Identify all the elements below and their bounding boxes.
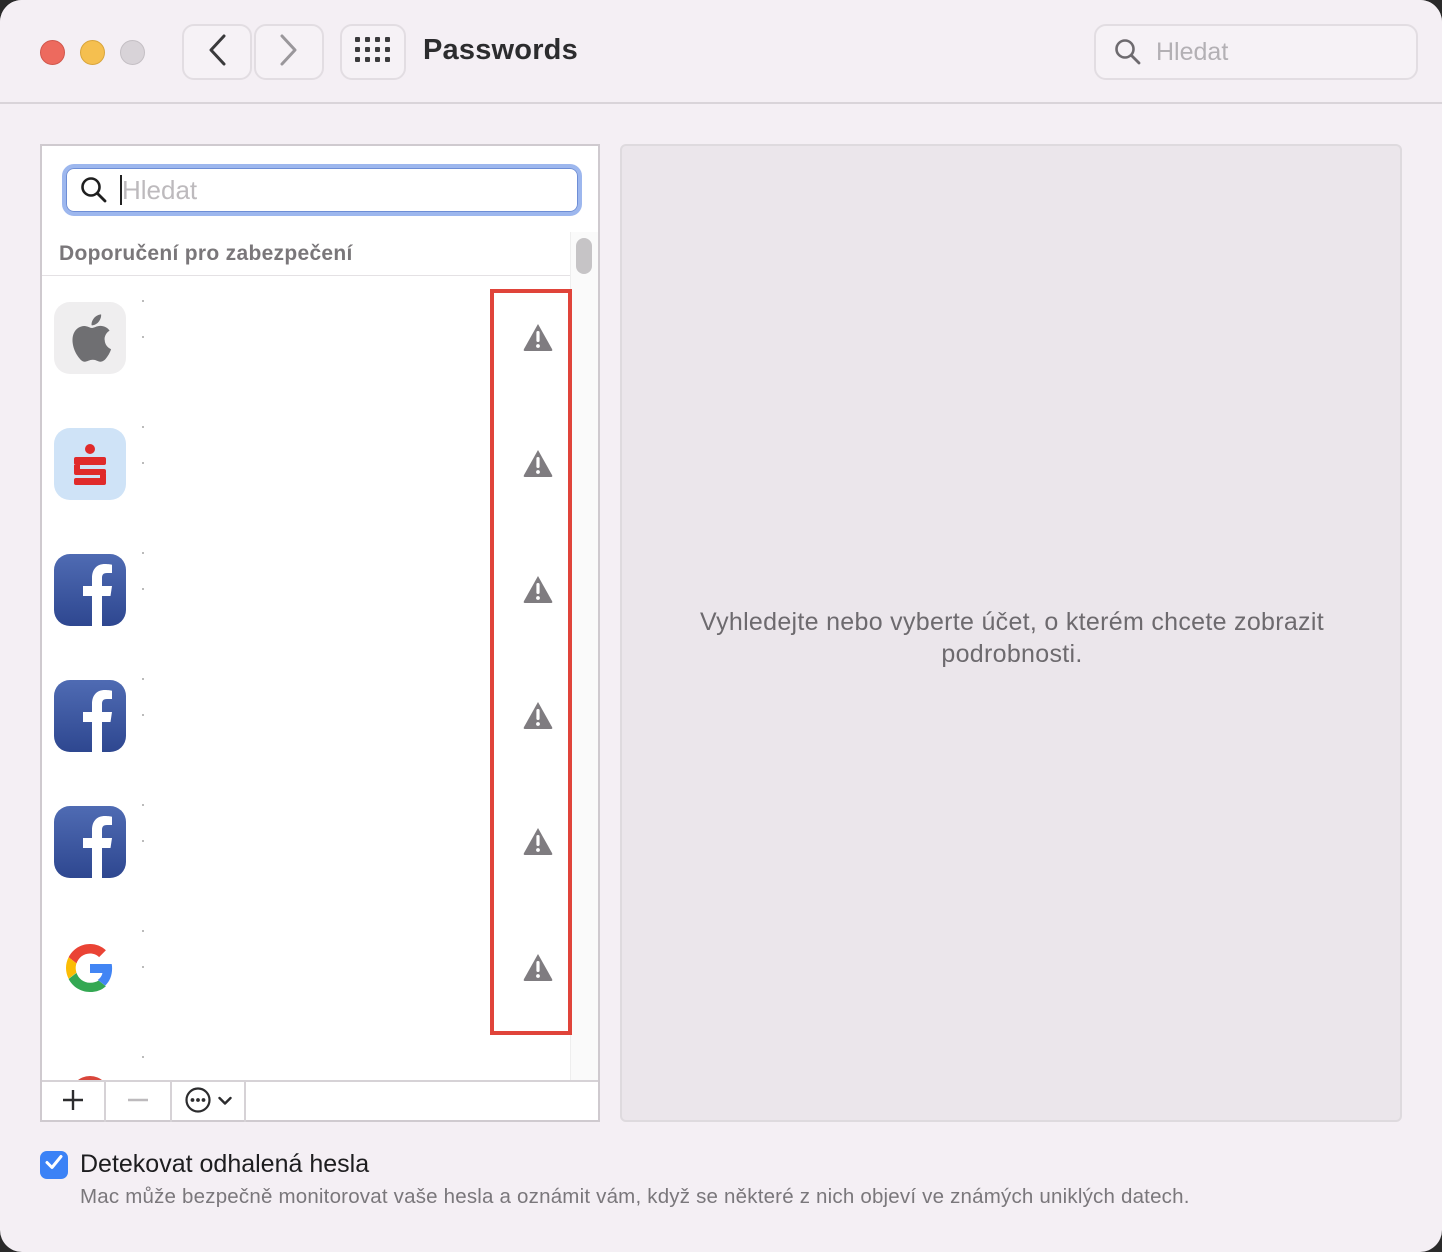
window-title: Passwords xyxy=(423,34,578,66)
generic-red-icon xyxy=(54,1058,126,1080)
account-text xyxy=(142,300,145,380)
remove-password-button[interactable] xyxy=(106,1082,172,1122)
toolbar-search-input[interactable] xyxy=(1156,37,1386,67)
chevron-left-icon xyxy=(206,33,228,72)
chevron-right-icon xyxy=(278,33,300,72)
show-all-button[interactable] xyxy=(340,24,406,80)
zoom-window-button[interactable] xyxy=(120,40,145,65)
apple-icon xyxy=(54,302,126,374)
section-header-security-recommendations: Doporučení pro zabezpečení xyxy=(42,232,570,276)
password-list xyxy=(42,276,570,1080)
account-text xyxy=(142,1056,145,1080)
facebook-icon xyxy=(54,806,126,878)
list-item[interactable] xyxy=(42,402,570,528)
account-text xyxy=(142,804,145,884)
back-button[interactable] xyxy=(182,24,252,80)
add-password-button[interactable] xyxy=(42,1082,106,1122)
account-text xyxy=(142,930,145,1010)
bank-icon xyxy=(54,428,126,500)
account-detail-panel: Vyhledejte nebo vyberte účet, o kterém c… xyxy=(620,144,1402,1122)
minus-icon xyxy=(126,1088,150,1117)
scrollbar-thumb[interactable] xyxy=(576,238,592,274)
minimize-window-button[interactable] xyxy=(80,40,105,65)
warning-triangle-icon xyxy=(522,952,554,982)
account-text xyxy=(142,678,145,758)
ellipsis-circle-icon xyxy=(184,1086,212,1119)
empty-state-message: Vyhledejte nebo vyberte účet, o kterém c… xyxy=(700,608,1324,668)
google-icon xyxy=(54,932,126,1004)
list-item[interactable] xyxy=(42,906,570,1032)
list-search-input[interactable] xyxy=(122,174,542,206)
forward-button[interactable] xyxy=(254,24,324,80)
toolbar: Passwords xyxy=(0,0,1442,104)
passwords-window: Passwords Doporučení pro zabezpečení xyxy=(0,0,1442,1252)
warning-triangle-icon xyxy=(522,700,554,730)
more-options-button[interactable] xyxy=(172,1082,246,1122)
detect-compromised-label[interactable]: Detekovat odhalená hesla xyxy=(80,1150,369,1179)
detect-compromised-checkbox[interactable] xyxy=(40,1150,68,1179)
list-item[interactable] xyxy=(42,1032,570,1080)
list-actions-bar xyxy=(42,1080,598,1122)
detect-compromised-row: Detekovat odhalená hesla xyxy=(40,1150,369,1179)
checkmark-icon xyxy=(44,1153,64,1176)
chevron-down-icon xyxy=(218,1093,232,1111)
facebook-icon xyxy=(54,680,126,752)
warning-triangle-icon xyxy=(522,574,554,604)
search-icon xyxy=(80,176,108,204)
list-item[interactable] xyxy=(42,654,570,780)
search-icon xyxy=(1114,38,1148,66)
list-item[interactable] xyxy=(42,276,570,402)
account-text xyxy=(142,552,145,632)
toolbar-search-field[interactable] xyxy=(1094,24,1418,80)
password-list-panel: Doporučení pro zabezpečení xyxy=(40,144,600,1122)
detect-compromised-description: Mac může bezpečně monitorovat vaše hesla… xyxy=(80,1185,1190,1208)
close-window-button[interactable] xyxy=(40,40,65,65)
scrollbar-track[interactable] xyxy=(570,232,598,1080)
facebook-icon xyxy=(54,554,126,626)
list-search-field[interactable] xyxy=(62,164,582,216)
warning-triangle-icon xyxy=(522,448,554,478)
warning-triangle-icon xyxy=(522,826,554,856)
list-item[interactable] xyxy=(42,528,570,654)
warning-triangle-icon xyxy=(522,322,554,352)
account-text xyxy=(142,426,145,506)
grid-icon xyxy=(355,36,391,68)
list-item[interactable] xyxy=(42,780,570,906)
plus-icon xyxy=(61,1088,85,1117)
